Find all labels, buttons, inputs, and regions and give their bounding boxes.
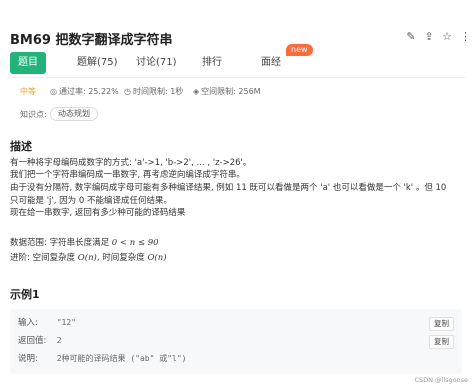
- example-heading: 示例1: [10, 288, 40, 301]
- example-output-row: 返回值: 2: [18, 334, 62, 348]
- problem-title: BM69 把数字翻译成字符串: [10, 33, 173, 48]
- space-complexity: O(n): [77, 253, 97, 263]
- copy-output-button[interactable]: 复制: [429, 335, 454, 349]
- tab-discussion[interactable]: 讨论(71): [136, 52, 177, 74]
- space-limit: 空间限制: 256M: [201, 87, 261, 96]
- tab-bar: 题目 题解(75) 讨论(71) 排行 面经 new: [10, 44, 470, 74]
- range-formula: 0 < n ≤ 90: [111, 238, 159, 248]
- problem-header: BM69 把数字翻译成字符串 ✎ ⇪ ☆ ⋮: [10, 27, 471, 49]
- input-value: "12": [56, 318, 76, 327]
- watermark: CSDN @llsgoose: [414, 376, 468, 384]
- tab-interview[interactable]: 面经: [261, 52, 281, 74]
- clock-icon: ◷: [124, 87, 131, 96]
- time-complexity: O(n): [147, 253, 167, 263]
- description-line: 由于没有分隔符, 数字编码成字母可能有多种编译结果, 例如 11 既可以看做是两…: [10, 183, 447, 193]
- header-toolbar: ✎ ⇪ ☆ ⋮: [406, 30, 471, 44]
- data-range: 数据范围: 字符串长度满足 0 < n ≤ 90: [10, 238, 159, 248]
- tab-divider: [10, 77, 465, 78]
- description-line: 有一种将字母编码成数字的方式: 'a'->1, 'b->2', ... , 'z…: [10, 158, 252, 168]
- time-limit: 时间限制: 1秒: [132, 87, 184, 96]
- description-heading: 描述: [10, 140, 32, 153]
- share-icon[interactable]: ⇪: [424, 30, 434, 44]
- edit-icon[interactable]: ✎: [406, 30, 416, 44]
- output-value: 2: [56, 336, 62, 345]
- input-label: 输入:: [18, 318, 38, 328]
- description-line: 我们把一个字符串编码成一串数字, 再考虑逆向编译成字符串。: [10, 170, 245, 180]
- check-circle-icon: ◎: [50, 87, 57, 96]
- tab-solutions[interactable]: 题解(75): [77, 52, 118, 74]
- tab-problem[interactable]: 题目: [10, 52, 46, 74]
- star-icon[interactable]: ☆: [442, 30, 452, 44]
- new-badge: new: [286, 44, 313, 56]
- description-line: 只可能是 'j', 因为 0 不能编译成任何结果。: [10, 196, 172, 206]
- difficulty-badge: 中等: [20, 87, 36, 96]
- example-box: 输入: "12" 复制 返回值: 2 复制 说明: 2种可能的译码结果 ("ab…: [10, 309, 462, 374]
- explain-value: 2种可能的译码结果 ("ab" 或"l"): [56, 354, 187, 363]
- storage-icon: ◈: [193, 87, 200, 96]
- description-line: 现在给一串数字, 返回有多少种可能的译码结果: [10, 208, 186, 218]
- example-input-row: 输入: "12": [18, 316, 76, 330]
- output-label: 返回值:: [18, 336, 47, 346]
- more-icon[interactable]: ⋮: [460, 30, 471, 44]
- pass-rate: 通过率: 25.22%: [58, 87, 119, 96]
- advanced-complexity: 进阶: 空间复杂度 O(n), 时间复杂度 O(n): [10, 253, 167, 263]
- knowledge-label: 知识点:: [20, 110, 47, 119]
- tab-ranking[interactable]: 排行: [202, 52, 222, 74]
- example-explain-row: 说明: 2种可能的译码结果 ("ab" 或"l"): [18, 352, 187, 366]
- knowledge-tag[interactable]: 动态规划: [50, 107, 98, 121]
- copy-input-button[interactable]: 复制: [429, 317, 454, 331]
- explain-label: 说明:: [18, 354, 38, 364]
